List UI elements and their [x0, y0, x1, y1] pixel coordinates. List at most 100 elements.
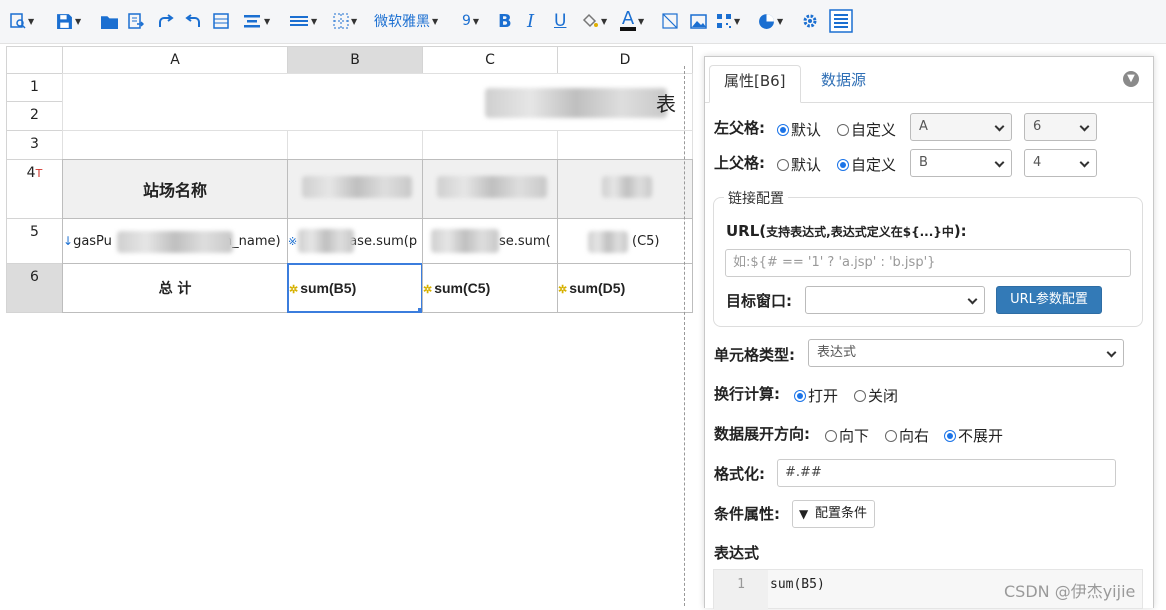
cell-c5[interactable]: se.sum(: [422, 218, 558, 264]
cell-a5[interactable]: ↓ gasPu n_name): [62, 218, 288, 264]
row-header-3[interactable]: 3: [6, 130, 63, 160]
row-header-6[interactable]: 6: [6, 263, 63, 313]
chevron-down-icon: ▼: [311, 16, 318, 26]
save-button[interactable]: ▼: [56, 8, 81, 34]
line-calc-off-radio[interactable]: 关闭: [854, 385, 898, 406]
underline-button[interactable]: U: [554, 8, 566, 34]
properties-button[interactable]: [829, 8, 853, 34]
chevron-down-icon: [1079, 157, 1090, 168]
cell-d4[interactable]: [557, 159, 693, 219]
cell-a3[interactable]: [62, 130, 288, 160]
tab-properties[interactable]: 属性[B6]: [709, 65, 801, 103]
url-param-config-button[interactable]: URL参数配置: [996, 286, 1102, 314]
redacted-text: [431, 229, 499, 253]
corner-cell[interactable]: [6, 46, 63, 74]
report-title-cell[interactable]: 表: [62, 73, 693, 131]
cell-a6[interactable]: 总 计: [62, 263, 288, 313]
row-header-5[interactable]: 5: [6, 218, 63, 264]
cell-d5[interactable]: (C5): [557, 218, 693, 264]
align-button[interactable]: ▼: [242, 8, 270, 34]
expression-icon: ※: [288, 234, 298, 248]
settings-button[interactable]: [802, 8, 818, 34]
cell-d3[interactable]: [557, 130, 693, 160]
url-label-text: URL(: [726, 222, 767, 240]
redacted-text: [298, 229, 354, 253]
image-button[interactable]: [690, 8, 707, 34]
chevron-down-icon: ▼: [351, 16, 358, 26]
font-color-button[interactable]: A ▼: [620, 8, 644, 34]
top-parent-column-select[interactable]: B: [910, 149, 1012, 177]
bold-button[interactable]: B: [498, 8, 512, 34]
cell-a4[interactable]: 站场名称: [62, 159, 288, 219]
config-condition-button[interactable]: ▼ 配置条件: [792, 500, 875, 528]
left-parent-column-select[interactable]: A: [910, 113, 1012, 141]
top-parent-default-radio[interactable]: 默认: [777, 154, 821, 175]
line-style-button[interactable]: ▼: [289, 8, 317, 34]
chevron-down-icon: ▼: [638, 16, 645, 26]
column-header-c[interactable]: C: [422, 46, 558, 74]
chevron-down-icon: [994, 121, 1005, 132]
expression-icon: ✲: [289, 284, 299, 296]
format-input[interactable]: #.##: [777, 459, 1116, 487]
cell-c6-content: ✲ sum(C5): [423, 280, 557, 296]
preview-button[interactable]: ▼: [10, 8, 34, 34]
radio-label: 自定义: [851, 156, 897, 174]
fill-color-button[interactable]: ▼: [581, 8, 607, 34]
collapse-icon[interactable]: ▼: [1123, 71, 1139, 87]
left-parent-row-select[interactable]: 6: [1024, 113, 1097, 141]
row-type-marker: T: [35, 167, 43, 180]
cell-type-select[interactable]: 表达式: [808, 339, 1124, 367]
expand-none-radio[interactable]: 不展开: [944, 425, 1003, 446]
expand-right-radio[interactable]: 向右: [885, 425, 929, 446]
underline-icon: U: [554, 11, 567, 31]
expand-down-radio[interactable]: 向下: [825, 425, 869, 446]
chart-button[interactable]: ▼: [758, 8, 783, 34]
redacted-title: [485, 88, 667, 118]
row-header-1[interactable]: 1: [6, 73, 63, 102]
target-window-select[interactable]: [805, 286, 985, 314]
qrcode-button[interactable]: ▼: [716, 8, 740, 34]
left-parent-custom-radio[interactable]: 自定义: [837, 119, 896, 140]
cell-c3[interactable]: [422, 130, 558, 160]
url-input[interactable]: 如:${# == '1' ? 'a.jsp' : 'b.jsp'}: [725, 249, 1131, 277]
merge-cells-button[interactable]: [213, 8, 229, 34]
column-header-b[interactable]: B: [287, 46, 423, 74]
cell-b6-selected[interactable]: ✲ sum(B5): [287, 263, 423, 313]
cell-d6[interactable]: ✲ sum(D5): [557, 263, 693, 313]
row-header-2[interactable]: 2: [6, 101, 63, 131]
line-calc-on-radio[interactable]: 打开: [794, 385, 838, 406]
tab-datasource[interactable]: 数据源: [807, 65, 880, 103]
cell-b4[interactable]: [287, 159, 423, 219]
export-button[interactable]: [128, 8, 144, 34]
cell-c4[interactable]: [422, 159, 558, 219]
chevron-down-icon: ▼: [75, 16, 82, 26]
diagonal-button[interactable]: [662, 8, 678, 34]
open-button[interactable]: [101, 8, 118, 34]
font-family-select[interactable]: 微软雅黑 ▼: [374, 8, 438, 34]
chevron-down-icon: [1079, 121, 1090, 132]
redo-button[interactable]: [158, 8, 174, 34]
chevron-down-icon: ▼: [734, 16, 741, 26]
top-parent-custom-radio[interactable]: 自定义: [837, 154, 896, 175]
cell-b3[interactable]: [287, 130, 423, 160]
cell-b5[interactable]: ※ ase.sum(p: [287, 218, 423, 264]
font-color-icon: A: [620, 10, 636, 31]
link-config-legend: 链接配置: [724, 188, 788, 208]
undo-button[interactable]: [185, 8, 201, 34]
top-parent-row-select[interactable]: 4: [1024, 149, 1097, 177]
select-value: 4: [1033, 155, 1042, 170]
column-header-a[interactable]: A: [62, 46, 288, 74]
radio-label: 默认: [791, 121, 822, 139]
cell-d5-text: (C5): [632, 233, 660, 249]
left-parent-default-radio[interactable]: 默认: [777, 119, 821, 140]
radio-label: 自定义: [851, 121, 897, 139]
radio-icon: [825, 429, 837, 442]
italic-button[interactable]: I: [527, 8, 534, 34]
expression-code[interactable]: sum(B5): [770, 570, 825, 600]
row-header-4[interactable]: 4T: [6, 159, 63, 219]
font-size-select[interactable]: 9 ▼: [462, 8, 479, 34]
border-button[interactable]: ▼: [333, 8, 357, 34]
filter-icon: ▼: [799, 507, 809, 521]
column-header-d[interactable]: D: [557, 46, 693, 74]
cell-c6[interactable]: ✲ sum(C5): [422, 263, 558, 313]
